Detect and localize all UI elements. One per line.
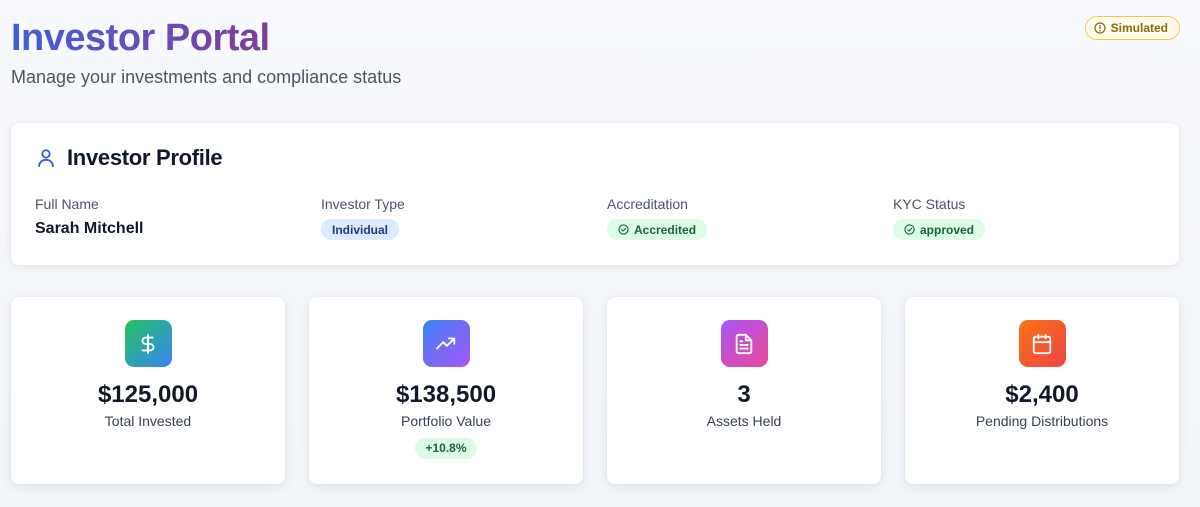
stat-icon-badge [1018, 320, 1066, 367]
portfolio-change-badge: +10.8% [415, 438, 477, 459]
profile-title-text: Investor Profile [67, 145, 223, 170]
calendar-icon [1032, 333, 1052, 354]
investor-type-badge: Individual [321, 219, 400, 240]
pending-distributions-value: $2,400 [1005, 381, 1079, 408]
user-icon [38, 149, 54, 168]
stat-card-pending-distributions: $2,400 Pending Distributions [905, 297, 1179, 484]
page-title: Investor Portal [11, 17, 270, 59]
profile-card-title: Investor Profile [35, 145, 223, 171]
field-accreditation: Accreditation Accredited [607, 196, 708, 240]
accreditation-label: Accreditation [607, 196, 688, 212]
page-header: Investor Portal Manage your investments … [11, 16, 401, 88]
investor-profile-card: Investor Profile Full Name Sarah Mitchel… [11, 123, 1179, 265]
simulated-badge: Simulated [1084, 16, 1180, 40]
total-invested-value: $125,000 [97, 381, 199, 408]
stat-card-assets-held: 3 Assets Held [607, 297, 881, 484]
full-name-value: Sarah Mitchell [35, 220, 144, 237]
stat-card-portfolio-value: $138,500 Portfolio Value +10.8% [309, 297, 583, 484]
total-invested-label: Total Invested [104, 413, 192, 429]
full-name-label: Full Name [35, 196, 99, 212]
check-circle-icon [618, 224, 629, 235]
stat-icon-badge [124, 320, 172, 367]
investor-type-value: Individual [332, 222, 389, 237]
accreditation-badge: Accredited [607, 219, 708, 240]
portfolio-value-label: Portfolio Value [400, 413, 491, 429]
accreditation-value: Accredited [634, 222, 697, 237]
simulated-badge-label: Simulated [1110, 21, 1168, 35]
dollar-icon [141, 333, 155, 354]
kyc-status-value: approved [920, 222, 975, 237]
assets-held-value: 3 [737, 381, 751, 408]
page-subtitle: Manage your investments and compliance s… [11, 67, 402, 87]
portfolio-value-value: $138,500 [395, 381, 497, 408]
assets-held-label: Assets Held [706, 413, 782, 429]
document-icon [735, 333, 753, 354]
field-full-name: Full Name Sarah Mitchell [35, 196, 143, 238]
pending-distributions-label: Pending Distributions [975, 413, 1109, 429]
check-circle-icon [904, 224, 915, 235]
stat-icon-badge [422, 320, 470, 367]
field-investor-type: Investor Type Individual [321, 196, 405, 240]
stat-icon-badge [720, 320, 768, 367]
info-circle-icon [1094, 22, 1106, 34]
kyc-status-label: KYC Status [893, 196, 966, 212]
investor-type-label: Investor Type [321, 196, 405, 212]
field-kyc-status: KYC Status approved [893, 196, 986, 240]
trending-up-icon [435, 337, 456, 349]
kyc-status-badge: approved [893, 219, 986, 240]
stat-card-total-invested: $125,000 Total Invested [11, 297, 285, 484]
